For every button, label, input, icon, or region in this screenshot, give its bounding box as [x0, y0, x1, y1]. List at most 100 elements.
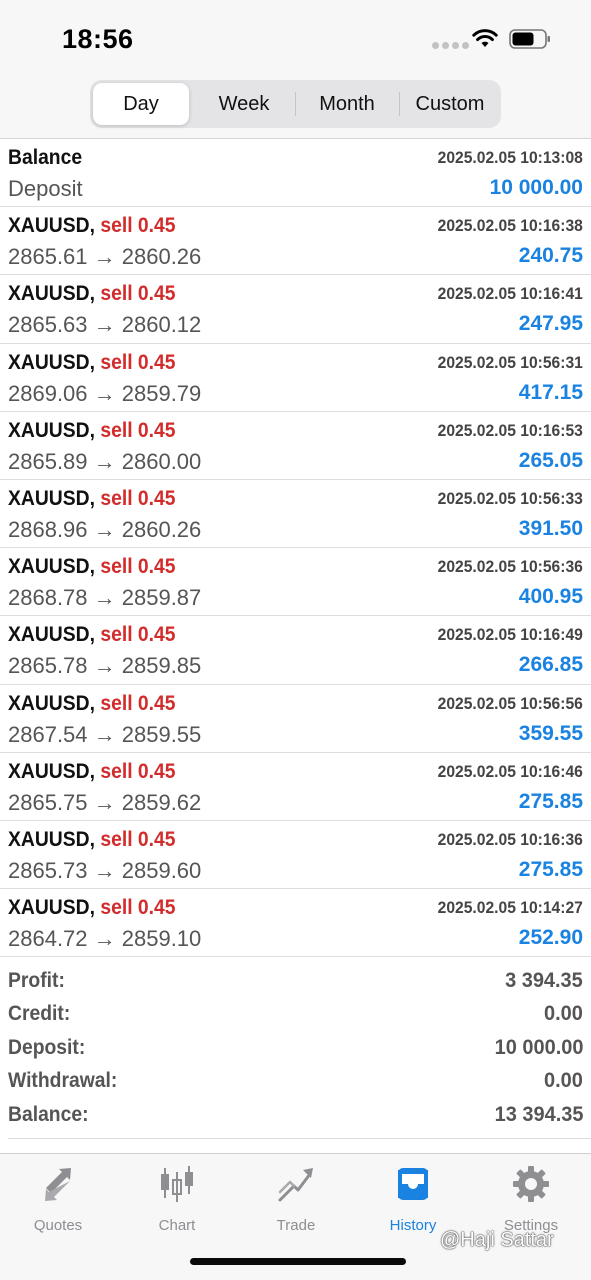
- deal-type: sell 0.45: [100, 555, 176, 579]
- deal-row[interactable]: XAUUSD, sell 0.45 2025.02.05 10:14:27 28…: [0, 889, 591, 958]
- segment-month[interactable]: Month: [299, 83, 395, 125]
- summary-value: 13 394.35: [494, 1102, 583, 1126]
- segment-week[interactable]: Week: [196, 83, 292, 125]
- status-bar: 18:56: [0, 0, 591, 80]
- tab-quotes-label: Quotes: [33, 1217, 83, 1234]
- deal-row[interactable]: XAUUSD, sell 0.45 2025.02.05 10:56:36 28…: [0, 548, 591, 617]
- deal-row[interactable]: XAUUSD, sell 0.45 2025.02.05 10:16:46 28…: [0, 753, 591, 821]
- deal-time: 2025.02.05 10:14:27: [437, 898, 583, 918]
- deal-symbol: XAUUSD,: [8, 623, 95, 647]
- deal-title: XAUUSD, sell 0.45: [8, 896, 176, 920]
- deal-row[interactable]: XAUUSD, sell 0.45 2025.02.05 10:16:38 28…: [0, 207, 591, 276]
- deal-type: sell 0.45: [100, 350, 176, 374]
- deal-type: sell 0.45: [100, 486, 176, 510]
- deal-prices: 2868.78 → 2859.87: [8, 585, 202, 611]
- deal-time: 2025.02.05 10:16:53: [437, 420, 583, 440]
- deal-time: 2025.02.05 10:16:36: [437, 829, 583, 849]
- balance-description: Deposit: [8, 176, 83, 201]
- history-tray-icon: [398, 1168, 428, 1200]
- deal-type: sell 0.45: [100, 759, 176, 783]
- gear-icon: [513, 1166, 549, 1202]
- deal-row[interactable]: XAUUSD, sell 0.45 2025.02.05 10:16:36 28…: [0, 821, 591, 890]
- deal-prices: 2865.63 → 2860.12: [8, 312, 202, 338]
- history-list: Balance 2025.02.05 10:13:08 Deposit 10 0…: [0, 139, 591, 958]
- deal-time: 2025.02.05 10:56:31: [437, 352, 583, 372]
- deal-prices: 2864.72 → 2859.10: [8, 926, 202, 952]
- deal-title: XAUUSD, sell 0.45: [8, 351, 176, 375]
- deal-row[interactable]: XAUUSD, sell 0.45 2025.02.05 10:16:41 28…: [0, 275, 591, 344]
- deal-row[interactable]: XAUUSD, sell 0.45 2025.02.05 10:56:33 28…: [0, 480, 591, 549]
- deal-prices: 2865.61 → 2860.26: [8, 244, 202, 270]
- summary-value: 3 394.35: [505, 969, 583, 992]
- deal-profit: 275.85: [518, 857, 583, 881]
- summary-label: Deposit:: [8, 1035, 86, 1059]
- candlestick-chart-icon: [161, 1166, 193, 1202]
- deal-prices: 2869.06 → 2859.79: [8, 380, 202, 406]
- deal-time: 2025.02.05 10:16:46: [437, 761, 583, 781]
- deal-profit: 400.95: [518, 585, 583, 609]
- deal-type: sell 0.45: [100, 282, 176, 306]
- deal-type: sell 0.45: [100, 623, 176, 647]
- deal-prices: 2865.78 → 2859.85: [8, 653, 202, 679]
- deal-row[interactable]: XAUUSD, sell 0.45 2025.02.05 10:16:53 28…: [0, 412, 591, 480]
- deal-type: sell 0.45: [100, 418, 176, 442]
- home-indicator[interactable]: [190, 1258, 406, 1265]
- deal-symbol: XAUUSD,: [8, 282, 95, 306]
- deal-symbol: XAUUSD,: [8, 350, 95, 374]
- deal-symbol: XAUUSD,: [8, 691, 95, 715]
- tab-chart-label: Chart: [158, 1217, 196, 1234]
- deal-profit: 275.85: [518, 789, 583, 813]
- balance-title: Balance: [8, 146, 83, 169]
- deal-time: 2025.02.05 10:16:49: [437, 625, 583, 645]
- summary-value: 0.00: [544, 1002, 583, 1026]
- deal-profit: 265.05: [518, 448, 583, 472]
- deal-prices: 2867.54 → 2859.55: [8, 721, 202, 747]
- trade-trend-icon: [278, 1168, 313, 1202]
- history-summary: Profit: 3 394.35 Credit: 0.00 Deposit: 1…: [0, 965, 591, 1132]
- segment-custom[interactable]: Custom: [402, 83, 498, 125]
- deal-symbol: XAUUSD,: [8, 759, 95, 783]
- deal-title: XAUUSD, sell 0.45: [8, 828, 176, 852]
- deal-time: 2025.02.05 10:56:36: [437, 557, 583, 577]
- summary-profit-row: Profit: 3 394.35: [0, 965, 591, 998]
- deal-profit: 359.55: [518, 721, 583, 745]
- deal-title: XAUUSD, sell 0.45: [8, 692, 176, 716]
- status-time: 18:56: [62, 24, 134, 54]
- deal-symbol: XAUUSD,: [8, 896, 95, 920]
- deal-time: 2025.02.05 10:16:41: [437, 284, 583, 304]
- deal-profit: 252.90: [518, 926, 583, 950]
- deal-type: sell 0.45: [100, 827, 176, 851]
- balance-row[interactable]: Balance 2025.02.05 10:13:08 Deposit 10 0…: [0, 139, 591, 208]
- deal-profit: 417.15: [518, 380, 583, 404]
- tab-trade[interactable]: Trade: [246, 1162, 346, 1242]
- tab-trade-label: Trade: [276, 1217, 316, 1234]
- segment-divider: [295, 92, 296, 116]
- deal-title: XAUUSD, sell 0.45: [8, 487, 176, 511]
- deal-title: XAUUSD, sell 0.45: [8, 760, 176, 784]
- period-selector-area: Day Week Month Custom: [0, 80, 591, 138]
- tab-chart[interactable]: Chart: [127, 1162, 227, 1242]
- deal-time: 2025.02.05 10:56:33: [437, 488, 583, 508]
- deal-title: XAUUSD, sell 0.45: [8, 214, 176, 238]
- summary-credit-row: Credit: 0.00: [0, 998, 591, 1031]
- segment-day[interactable]: Day: [93, 83, 189, 125]
- signal-dots-icon: [432, 42, 469, 49]
- balance-time: 2025.02.05 10:13:08: [437, 148, 583, 167]
- deal-profit: 240.75: [518, 244, 583, 268]
- deal-prices: 2865.75 → 2859.62: [8, 789, 202, 815]
- watermark-text: @Haji Sattar: [440, 1229, 554, 1251]
- deal-profit: 266.85: [518, 653, 583, 677]
- tab-quotes[interactable]: Quotes: [8, 1162, 108, 1242]
- divider: [8, 1138, 591, 1139]
- deal-row[interactable]: XAUUSD, sell 0.45 2025.02.05 10:16:49 28…: [0, 616, 591, 685]
- battery-icon: [509, 29, 550, 49]
- deal-profit: 247.95: [518, 312, 583, 336]
- deal-symbol: XAUUSD,: [8, 486, 95, 510]
- deal-prices: 2865.73 → 2859.60: [8, 857, 202, 883]
- summary-label: Credit:: [8, 1002, 71, 1026]
- summary-label: Withdrawal:: [8, 1069, 118, 1093]
- summary-label: Profit:: [8, 969, 65, 992]
- deal-row[interactable]: XAUUSD, sell 0.45 2025.02.05 10:56:31 28…: [0, 344, 591, 412]
- deal-row[interactable]: XAUUSD, sell 0.45 2025.02.05 10:56:56 28…: [0, 685, 591, 753]
- deal-type: sell 0.45: [100, 691, 176, 715]
